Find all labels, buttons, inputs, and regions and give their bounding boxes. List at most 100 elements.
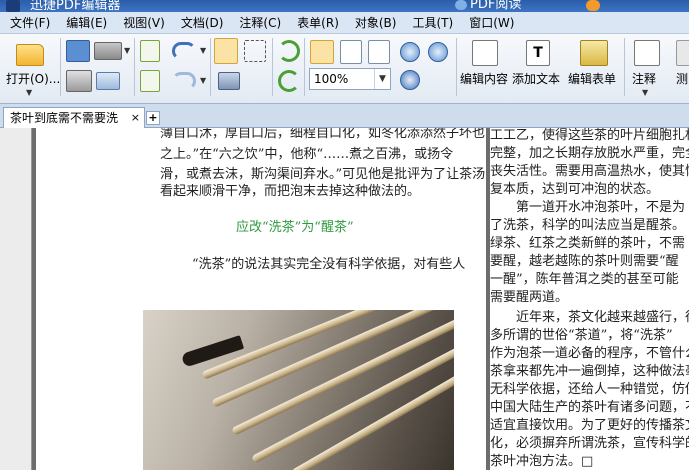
zoom-select[interactable]: 100% ▼ xyxy=(309,68,391,90)
add-text-button[interactable]: T 添加文本 xyxy=(512,36,564,98)
menu-edit[interactable]: 编辑(E) xyxy=(58,12,115,34)
menu-comment[interactable]: 注释(C) xyxy=(231,12,289,34)
select-text-icon[interactable] xyxy=(244,40,266,62)
open-label: 打开(O)... xyxy=(6,72,61,86)
comment-icon xyxy=(634,40,660,66)
text-line: 复本质，达到可冲泡的状态。 xyxy=(490,182,660,197)
menu-window[interactable]: 窗口(W) xyxy=(461,12,522,34)
chevron-down-icon[interactable]: ▼ xyxy=(374,69,390,89)
toolbar-separator xyxy=(134,38,135,96)
fit-width-icon[interactable] xyxy=(368,40,390,64)
text-line: 茶拿来都先冲一遍倒掉，这种做法毫 xyxy=(490,364,689,379)
text-line: 需要醒两道。 xyxy=(490,290,569,305)
toolbar-separator xyxy=(272,38,273,96)
text-line: 近年来，茶文化越来越盛行，很 xyxy=(490,310,689,325)
rotate-clockwise-icon[interactable] xyxy=(278,40,300,62)
section-heading: 应改“洗茶”为“醒茶” xyxy=(236,220,354,235)
menu-view[interactable]: 视图(V) xyxy=(115,12,173,34)
text-line: 无科学依据，还给人一种错觉，仿佛 xyxy=(490,382,689,397)
measure-icon xyxy=(676,40,689,66)
text-line: 适宜直接饮用。为了更好的传播茶文 xyxy=(490,418,689,433)
tab-label: 茶叶到底需不需要洗 xyxy=(10,111,119,125)
new-tab-button[interactable]: + xyxy=(146,111,160,125)
measure-label: 测 xyxy=(676,72,689,86)
snapshot-icon[interactable] xyxy=(218,72,240,90)
edit-content-label: 编辑内容 xyxy=(460,72,509,86)
window-title: 迅捷PDF编辑器 xyxy=(30,0,121,12)
text-line: 茶叶冲泡方法。□ xyxy=(490,454,594,469)
email-icon[interactable] xyxy=(96,72,120,90)
rotate-counterclockwise-icon[interactable] xyxy=(278,70,300,92)
zoom-out-icon[interactable] xyxy=(428,42,448,62)
redo-icon[interactable] xyxy=(172,72,196,90)
add-text-icon: T xyxy=(526,40,550,66)
measure-button[interactable]: 测 xyxy=(672,36,689,98)
edit-content-button[interactable]: 编辑内容 xyxy=(460,36,512,98)
scanner-icon[interactable] xyxy=(94,42,122,60)
add-text-label: 添加文本 xyxy=(512,72,561,86)
toolbar-separator xyxy=(304,38,305,96)
chevron-down-icon: ▼ xyxy=(26,88,33,97)
menu-form[interactable]: 表单(R) xyxy=(289,12,347,34)
text-line: 一醒”，陈年普洱之类的甚至可能 xyxy=(490,272,679,287)
actual-size-icon[interactable] xyxy=(310,40,334,64)
toolbar-separator xyxy=(210,38,211,96)
hand-tool-icon[interactable] xyxy=(214,38,238,64)
pdf-page-left: 薄自口沐，厚自口后，细程自口化，如冬化添添然子坏也 之上。”在“六之饮”中，他称… xyxy=(36,128,486,470)
text-line: 了洗茶，科学的叫法应当是醒茶。 xyxy=(490,218,686,233)
text-line: 薄自口沐，厚自口后，细程自口化，如冬化添添然子坏也 xyxy=(160,128,486,141)
document-viewer[interactable]: 薄自口沐，厚自口后，细程自口化，如冬化添添然子坏也 之上。”在“六之饮”中，他称… xyxy=(0,128,689,470)
menu-object[interactable]: 对象(B) xyxy=(347,12,405,34)
title-bar: 迅捷PDF编辑器 PDF阅读 xyxy=(0,0,689,12)
app-icon xyxy=(6,0,20,12)
text-line: 丧失活性。需要用高温热水，使其恢 xyxy=(490,164,689,179)
text-line: 完整，加之长期存放脱水严重，完全 xyxy=(490,146,689,161)
previous-page-icon[interactable] xyxy=(140,40,160,62)
text-line: 绿茶、红茶之类新鲜的茶叶，不需 xyxy=(490,236,686,251)
chevron-down-icon: ▼ xyxy=(642,88,649,97)
pdf-page-right: 工工乙，使得这些茶的叶片细胞扎权 完整，加之长期存放脱水严重，完全 丧失活性。需… xyxy=(490,128,689,470)
toolbar-separator xyxy=(624,38,625,96)
text-line: 看起来顺滑干净，而把泡末去掉这种做法的。 xyxy=(160,184,421,199)
open-button[interactable]: 打开(O)... ▼ xyxy=(4,36,61,100)
text-line: 化，必须摒弃所谓洗茶，宣传科学的 xyxy=(490,436,689,451)
edit-form-button[interactable]: 编辑表单 xyxy=(568,36,620,98)
text-line: 多所谓的世俗“茶道”，将“洗茶” xyxy=(490,328,673,343)
menu-document[interactable]: 文档(D) xyxy=(173,12,232,34)
document-tab-bar: 茶叶到底需不需要洗 × + xyxy=(0,104,689,128)
edit-form-icon xyxy=(580,40,608,66)
edit-content-icon xyxy=(472,40,498,66)
text-line: 作为泡茶一道必备的程序，不管什么 xyxy=(490,346,689,361)
side-panel-strip xyxy=(0,128,32,470)
close-icon[interactable]: × xyxy=(131,108,140,128)
flame-icon[interactable] xyxy=(586,0,600,11)
fit-page-icon[interactable] xyxy=(340,40,362,64)
print-icon[interactable] xyxy=(66,70,92,92)
tea-utensils-photo xyxy=(143,310,454,470)
toolbar-separator xyxy=(456,38,457,96)
comment-button[interactable]: 注释 ▼ xyxy=(628,36,666,98)
chevron-down-icon[interactable]: ▼ xyxy=(200,46,206,55)
text-line: 中国大陆生产的茶叶有诸多问题，不 xyxy=(490,400,689,415)
zoom-value: 100% xyxy=(314,72,349,86)
menu-tools[interactable]: 工具(T) xyxy=(404,12,461,34)
toolbar-separator xyxy=(60,38,61,96)
text-line: 第一道开水冲泡茶叶，不是为 xyxy=(490,200,686,215)
folder-icon xyxy=(16,44,44,66)
next-page-icon[interactable] xyxy=(140,70,160,92)
toolbar: 打开(O)... ▼ ▼ ▼ ▼ 100% ▼ 编辑内容 T 添加文本 编辑表单… xyxy=(0,34,689,104)
edit-form-label: 编辑表单 xyxy=(568,72,617,86)
cloud-icon[interactable] xyxy=(455,0,467,10)
text-line: 工工乙，使得这些茶的叶片细胞扎权 xyxy=(490,128,689,143)
menu-file[interactable]: 文件(F) xyxy=(0,12,58,34)
menu-bar: 文件(F) 编辑(E) 视图(V) 文档(D) 注释(C) 表单(R) 对象(B… xyxy=(0,12,689,34)
chevron-down-icon[interactable]: ▼ xyxy=(200,76,206,85)
zoom-in-icon[interactable] xyxy=(400,42,420,62)
save-icon[interactable] xyxy=(66,40,90,62)
bamboo-stick xyxy=(291,360,454,470)
undo-icon[interactable] xyxy=(172,42,196,60)
zoom-tool-icon[interactable] xyxy=(400,70,420,90)
chevron-down-icon[interactable]: ▼ xyxy=(124,46,130,55)
text-line: 要醒，越老越陈的茶叶则需要“醒 xyxy=(490,254,679,269)
document-tab[interactable]: 茶叶到底需不需要洗 × xyxy=(3,107,145,128)
